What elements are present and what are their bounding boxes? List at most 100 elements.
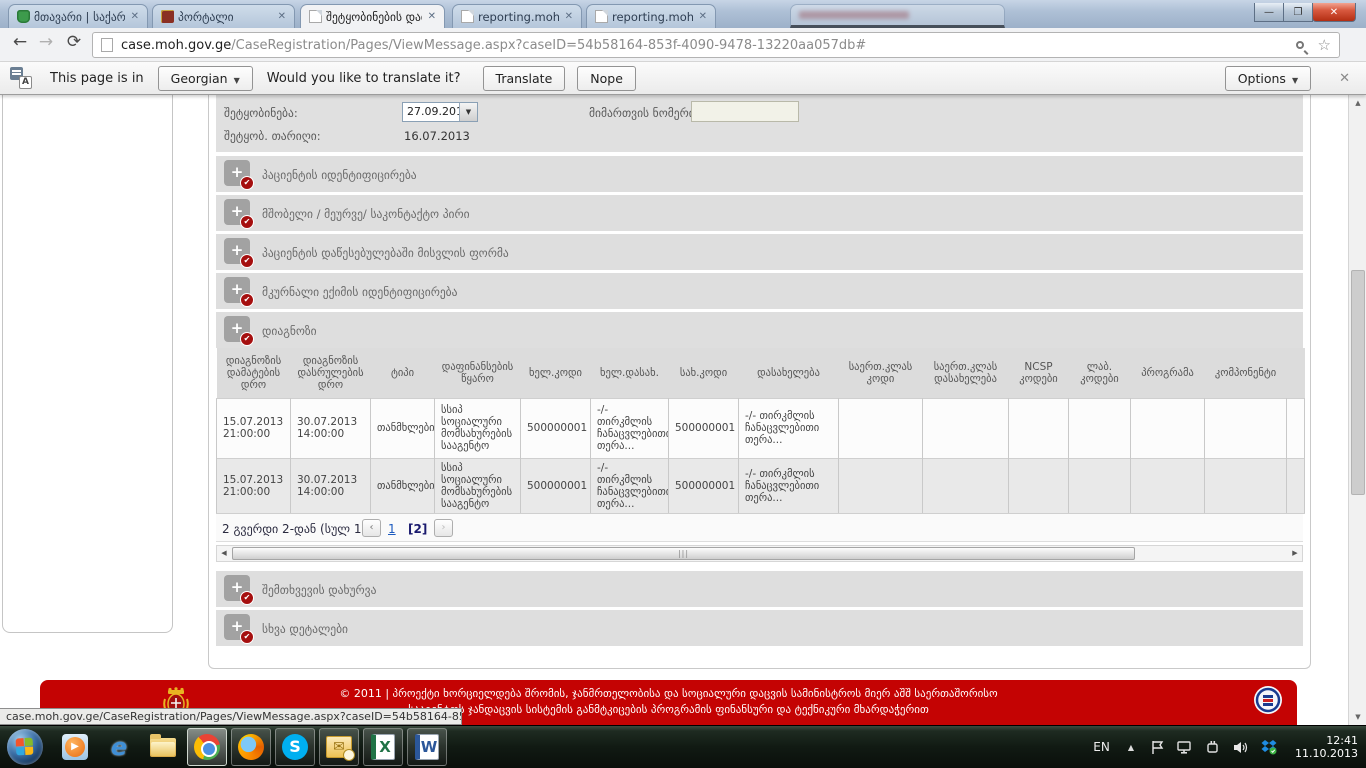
section-patient-identification[interactable]: +✔ პაციენტის იდენტიფიცირება <box>216 156 1303 192</box>
browser-tab-strip: მთავარი | საქართველ ✕ პორტალი ✕ შეტყობინ… <box>0 0 1366 28</box>
action-center-flag-icon[interactable] <box>1150 740 1165 755</box>
cell: სსიპ სოციალური მომსახურების სააგენტო <box>435 398 521 458</box>
section-label: შემთხვევის დახურვა <box>262 583 376 597</box>
section-case-closure[interactable]: +✔ შემთხვევის დახურვა <box>216 571 1303 607</box>
translate-button[interactable]: Translate <box>483 66 566 91</box>
expand-section-icon[interactable]: +✔ <box>224 238 250 264</box>
referral-number-input[interactable] <box>691 101 799 122</box>
check-icon: ✔ <box>241 631 253 643</box>
scroll-right-icon[interactable]: ▶ <box>1288 546 1302 561</box>
scrollbar-thumb[interactable] <box>1351 270 1365 495</box>
tab-close-icon[interactable]: ✕ <box>426 11 438 22</box>
options-dropdown[interactable]: Options▼ <box>1225 66 1311 91</box>
tab-close-icon[interactable]: ✕ <box>276 11 288 22</box>
expand-section-icon[interactable]: +✔ <box>224 614 250 640</box>
taskbar-outlook[interactable]: ✉ <box>319 728 359 766</box>
column-header: დასახელება <box>739 348 839 398</box>
dropdown-arrow-icon[interactable]: ▼ <box>459 103 477 121</box>
section-facility-visit-form[interactable]: +✔ პაციენტის დაწესებულებაში მისვლის ფორმ… <box>216 234 1303 270</box>
prev-page-button[interactable]: ‹ <box>362 519 381 537</box>
tab-reporting-rep[interactable]: reporting.moh.gov.ge/Re ✕ <box>452 4 582 28</box>
expand-section-icon[interactable]: +✔ <box>224 199 250 225</box>
taskbar-firefox[interactable] <box>231 728 271 766</box>
cell: თანმხლები <box>371 398 435 458</box>
tab-close-icon[interactable]: ✕ <box>129 11 141 22</box>
infobar-message-prefix: This page is in <box>50 71 144 86</box>
tab-mtavari[interactable]: მთავარი | საქართველ ✕ <box>8 4 148 28</box>
close-button[interactable]: ✕ <box>1312 3 1356 22</box>
scroll-left-icon[interactable]: ◀ <box>217 546 231 561</box>
power-plug-icon[interactable] <box>1206 740 1221 755</box>
expand-section-icon[interactable]: +✔ <box>224 575 250 601</box>
scrollbar-thumb[interactable]: ||| <box>232 547 1135 560</box>
taskbar-clock[interactable]: 12:41 11.10.2013 <box>1295 734 1358 760</box>
table-row[interactable]: 15.07.2013 21:00:00 30.07.2013 14:00:00 … <box>217 458 1305 513</box>
address-bar[interactable]: case.moh.gov.ge/CaseRegistration/Pages/V… <box>92 32 1340 58</box>
network-icon[interactable] <box>1177 740 1194 755</box>
system-tray: EN ▲ 12:41 <box>1093 726 1366 768</box>
section-parent-guardian-contact[interactable]: +✔ მშობელი / მეურვე/ საკონტაქტო პირი <box>216 195 1303 231</box>
language-indicator[interactable]: EN <box>1093 740 1110 754</box>
tab-portali[interactable]: პორტალი ✕ <box>152 4 295 28</box>
taskbar-file-explorer[interactable] <box>143 728 183 766</box>
taskbar-excel[interactable]: X <box>363 728 403 766</box>
check-icon: ✔ <box>241 177 253 189</box>
scroll-down-icon[interactable]: ▼ <box>1350 709 1366 725</box>
taskbar-chrome-active[interactable] <box>187 728 227 766</box>
section-other-details[interactable]: +✔ სხვა დეტალები <box>216 610 1303 646</box>
browser-status-bar: case.moh.gov.ge/CaseRegistration/Pages/V… <box>0 708 462 725</box>
column-header: ტიპი <box>371 348 435 398</box>
infobar-close-icon[interactable]: ✕ <box>1333 71 1356 86</box>
url-text[interactable]: case.moh.gov.ge/CaseRegistration/Pages/V… <box>121 38 1296 53</box>
translate-infobar: A This page is in Georgian▼ Would you li… <box>0 62 1366 95</box>
tab-view-message-active[interactable]: შეტყობინების დათვალ ✕ <box>300 4 445 28</box>
tray-expand-icon[interactable]: ▲ <box>1128 743 1134 752</box>
taskbar-media-player[interactable]: ▶ <box>55 728 95 766</box>
page-favicon-icon <box>461 10 474 23</box>
tab-label: reporting.moh.gov.ge/Sta <box>612 10 693 24</box>
nope-button[interactable]: Nope <box>577 66 636 91</box>
tab-label: შეტყობინების დათვალ <box>326 10 422 24</box>
bookmark-star-icon[interactable]: ☆ <box>1318 36 1331 54</box>
forward-icon[interactable]: → <box>34 32 58 52</box>
expand-section-icon[interactable]: +✔ <box>224 316 250 342</box>
scroll-up-icon[interactable]: ▲ <box>1350 95 1366 111</box>
left-sidebar <box>2 95 173 633</box>
vertical-scrollbar[interactable]: ▲ ▼ <box>1348 95 1366 725</box>
table-row[interactable]: 15.07.2013 21:00:00 30.07.2013 14:00:00 … <box>217 398 1305 458</box>
dropbox-icon[interactable] <box>1261 739 1277 755</box>
translate-icon: A <box>10 67 32 89</box>
tab-reporting-sta[interactable]: reporting.moh.gov.ge/Sta ✕ <box>586 4 716 28</box>
speaker-icon[interactable] <box>1233 740 1249 755</box>
reload-icon[interactable]: ⟳ <box>62 32 86 52</box>
page-1-link[interactable]: 1 <box>388 522 396 536</box>
back-icon[interactable]: ← <box>8 32 32 52</box>
ghost-tab <box>790 4 1005 28</box>
tab-close-icon[interactable]: ✕ <box>697 11 709 22</box>
restore-button[interactable]: ❐ <box>1283 3 1313 22</box>
column-header: ლაბ. კოდები <box>1069 348 1131 398</box>
taskbar-word[interactable]: W <box>407 728 447 766</box>
chevron-down-icon: ▼ <box>1292 76 1298 85</box>
search-icon[interactable] <box>1296 41 1304 49</box>
status-badge: ✔ <box>240 254 254 268</box>
section-attending-doctor[interactable]: +✔ მკურნალი ექიმის იდენტიფიცირება <box>216 273 1303 309</box>
message-date-dropdown[interactable]: 27.09.2013 18:14 ▼ <box>402 102 478 122</box>
taskbar-internet-explorer[interactable]: e <box>99 728 139 766</box>
table-header-row: დიაგნოზის დამატების დრო დიაგნოზის დასრულ… <box>217 348 1305 398</box>
taskbar-skype[interactable]: S <box>275 728 315 766</box>
message-date-value: 27.09.2013 18:14 <box>403 103 459 121</box>
start-button[interactable] <box>7 729 43 765</box>
tab-close-icon[interactable]: ✕ <box>563 11 575 22</box>
cell <box>923 458 1009 513</box>
language-dropdown[interactable]: Georgian▼ <box>158 66 253 91</box>
cell: 30.07.2013 14:00:00 <box>291 458 371 513</box>
section-diagnosis[interactable]: +✔ დიაგნოზი <box>216 312 1303 348</box>
cell <box>1069 458 1131 513</box>
expand-section-icon[interactable]: +✔ <box>224 277 250 303</box>
expand-section-icon[interactable]: +✔ <box>224 160 250 186</box>
horizontal-scrollbar[interactable]: ◀ ||| ▶ <box>216 545 1303 562</box>
next-page-button[interactable]: › <box>434 519 453 537</box>
section-label: პაციენტის დაწესებულებაში მისვლის ფორმა <box>262 246 509 260</box>
minimize-button[interactable]: — <box>1254 3 1284 22</box>
